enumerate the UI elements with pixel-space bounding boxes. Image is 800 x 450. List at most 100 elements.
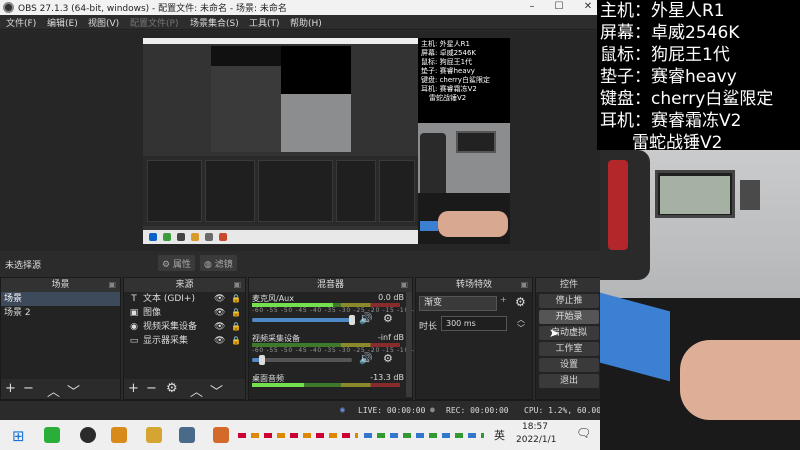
- scene-item[interactable]: 场景: [1, 292, 120, 306]
- source-item[interactable]: ◉ 视频采集设备 👁 🔒: [124, 320, 245, 334]
- source-toolbar: 未选择源 ⚙ 属性 ◍ 滤镜: [0, 251, 603, 275]
- notification-icon[interactable]: 🗨: [576, 426, 591, 440]
- volume-slider[interactable]: [252, 315, 355, 325]
- mixer-channel: 视频采集设备 -inf dB -60 -55 -50 -45 -40 -35 -…: [252, 333, 427, 365]
- duration-input[interactable]: 300 ms: [441, 316, 507, 331]
- spec-line: 垫子：赛睿heavy: [600, 67, 737, 87]
- cpu-status: CPU: 1.2%, 60.00: [524, 406, 602, 415]
- nested-obs-capture: [143, 38, 418, 244]
- lock-icon[interactable]: 🔒: [231, 320, 241, 334]
- chevron-down-icon[interactable]: ﹀: [517, 323, 525, 334]
- speaker-icon[interactable]: 🔊: [359, 312, 373, 325]
- menu-profile[interactable]: 配置文件(P): [130, 16, 178, 29]
- app-owl-icon[interactable]: [146, 427, 162, 443]
- move-down-icon[interactable]: ﹀: [210, 381, 223, 400]
- app-window-icon[interactable]: [179, 427, 195, 443]
- gear-icon[interactable]: ⚙: [166, 381, 178, 396]
- move-up-icon[interactable]: ︿: [47, 381, 60, 400]
- meter-scale: -60 -55 -50 -45 -40 -35 -30 -25 -20 -15 …: [252, 307, 427, 314]
- dock-float-icon[interactable]: ▣: [233, 278, 241, 292]
- system-tray-icons[interactable]: [238, 433, 358, 438]
- gear-icon[interactable]: ⚙: [383, 312, 393, 325]
- start-virtual-camera-button[interactable]: 启动虚拟: [539, 326, 599, 340]
- scene-item[interactable]: 场景 2: [1, 306, 120, 320]
- menu-view[interactable]: 视图(V): [88, 16, 119, 29]
- transition-select[interactable]: 渐变: [419, 296, 497, 311]
- image-icon: ▣: [129, 308, 139, 318]
- nested-docks: [143, 156, 418, 226]
- scenes-dock: 场景 ▣ 场景 场景 2 + − ︿ ﹀: [0, 277, 121, 400]
- nested-spec-overlay: 主机: 外星人R1 屏幕: 卓威2546K 鼠标: 狗屁王1代 垫子: 赛睿he…: [418, 38, 510, 123]
- menu-help[interactable]: 帮助(H): [290, 16, 322, 29]
- maximize-button[interactable]: ☐: [547, 1, 571, 12]
- window-title: OBS 27.1.3 (64-bit, windows) - 配置文件: 未命名…: [18, 4, 287, 14]
- source-item[interactable]: ▣ 图像 👁 🔒: [124, 306, 245, 320]
- lock-icon[interactable]: 🔒: [231, 292, 241, 306]
- sources-dock: 来源 ▣ T 文本 (GDI+) 👁 🔒 ▣ 图像 👁 🔒 ◉ 视频采集设备 👁…: [123, 277, 246, 400]
- properties-button[interactable]: ⚙ 属性: [158, 255, 195, 271]
- mixer-scrollbar[interactable]: [406, 292, 412, 397]
- stop-streaming-button[interactable]: 停止推: [539, 294, 599, 308]
- move-up-icon[interactable]: ︿: [190, 381, 203, 400]
- camera-icon: ◉: [130, 322, 138, 332]
- controls-dock: 控件 停止推 开始录 启动虚拟 工作室 设置 退出: [535, 277, 603, 400]
- windows-taskbar: ⊞ 英 18:57 2022/1/1 🗨: [0, 420, 603, 450]
- rec-icon: ●: [430, 405, 435, 414]
- studio-mode-button[interactable]: 工作室: [539, 342, 599, 356]
- scenes-toolbar: + − ︿ ﹀: [1, 379, 120, 400]
- gear-icon[interactable]: ⚙: [515, 295, 526, 309]
- add-icon[interactable]: +: [5, 381, 16, 396]
- source-item[interactable]: T 文本 (GDI+) 👁 🔒: [124, 292, 245, 306]
- remove-icon[interactable]: −: [23, 381, 34, 396]
- move-down-icon[interactable]: ﹀: [67, 381, 80, 400]
- scenes-header: 场景 ▣: [1, 278, 120, 292]
- add-icon[interactable]: +: [500, 295, 507, 304]
- gear-icon: ⚙: [162, 260, 171, 270]
- obs-taskbar-icon[interactable]: [80, 427, 96, 443]
- nested-taskbar: [143, 230, 418, 244]
- spec-line: 键盘：cherry白鲨限定: [600, 89, 774, 109]
- start-recording-button[interactable]: 开始录: [539, 310, 599, 324]
- live-timer: LIVE: 00:00:00: [358, 406, 426, 415]
- eye-icon[interactable]: 👁: [214, 334, 225, 348]
- ime-indicator[interactable]: 英: [494, 427, 505, 443]
- add-icon[interactable]: +: [128, 381, 139, 396]
- hand: [680, 340, 800, 420]
- lock-icon[interactable]: 🔒: [231, 334, 241, 348]
- filters-button[interactable]: ◍ 滤镜: [200, 255, 237, 271]
- menu-tools[interactable]: 工具(T): [249, 16, 280, 29]
- eye-icon[interactable]: 👁: [214, 306, 225, 320]
- mixer-header: 混音器 ▣: [249, 278, 412, 292]
- duration-label: 时长: [419, 322, 438, 332]
- wechat-icon[interactable]: [44, 427, 60, 443]
- minimize-button[interactable]: –: [520, 1, 544, 12]
- transitions-dock: 转场特效 ▣ 渐变 + ⚙ 时长 300 ms ︿ ﹀: [415, 277, 533, 400]
- preview-canvas[interactable]: 主机: 外星人R1 屏幕: 卓威2546K 鼠标: 狗屁王1代 垫子: 赛睿he…: [143, 38, 510, 244]
- remove-icon[interactable]: −: [146, 381, 157, 396]
- app-g-icon[interactable]: [111, 427, 127, 443]
- tray-icons[interactable]: [364, 433, 484, 438]
- menu-scene-collection[interactable]: 场景集合(S): [190, 16, 239, 29]
- eye-icon[interactable]: 👁: [214, 292, 225, 306]
- windows-start-icon[interactable]: ⊞: [12, 427, 25, 445]
- exit-button[interactable]: 退出: [539, 374, 599, 388]
- menu-edit[interactable]: 编辑(E): [47, 16, 78, 29]
- settings-button[interactable]: 设置: [539, 358, 599, 372]
- clock-date[interactable]: 2022/1/1: [516, 435, 556, 445]
- title-bar: OBS 27.1.3 (64-bit, windows) - 配置文件: 未命名…: [0, 0, 603, 15]
- volume-slider[interactable]: [252, 355, 352, 365]
- speaker-icon[interactable]: 🔊: [359, 352, 373, 365]
- lock-icon[interactable]: 🔒: [231, 306, 241, 320]
- gear-icon[interactable]: ⚙: [383, 352, 393, 365]
- dock-float-icon[interactable]: ▣: [520, 278, 528, 292]
- eye-icon[interactable]: 👁: [214, 320, 225, 334]
- app-orange-icon[interactable]: [213, 427, 229, 443]
- menu-file[interactable]: 文件(F): [6, 16, 36, 29]
- clock-time[interactable]: 18:57: [522, 422, 548, 432]
- source-item[interactable]: ▭ 显示器采集 👁 🔒: [124, 334, 245, 348]
- dock-float-icon[interactable]: ▣: [400, 278, 408, 292]
- dock-float-icon[interactable]: ▣: [108, 278, 116, 292]
- transitions-header: 转场特效 ▣: [416, 278, 532, 292]
- status-bar: ◉ LIVE: 00:00:00 ● REC: 00:00:00 CPU: 1.…: [0, 400, 603, 420]
- webcam-feed: [600, 150, 800, 450]
